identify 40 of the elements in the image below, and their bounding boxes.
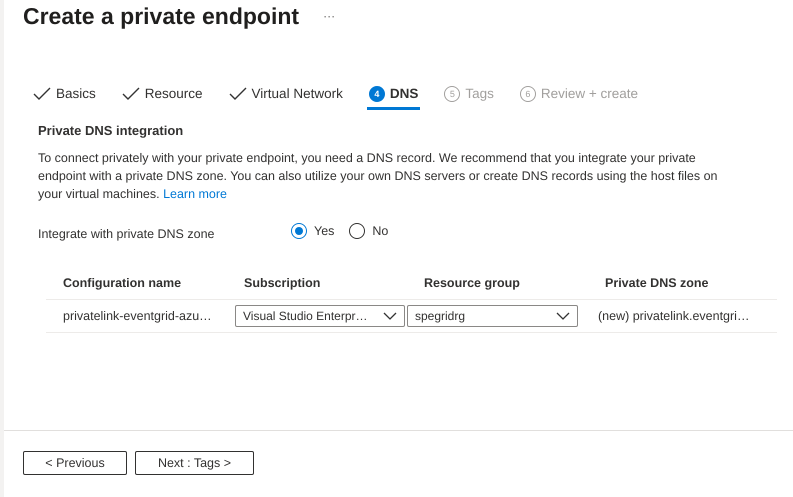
chevron-down-icon [556, 312, 570, 320]
checkmark-icon [228, 86, 247, 100]
column-header: Private DNS zone [604, 276, 710, 290]
field-label: Integrate with private DNS zone [38, 227, 216, 241]
dropdown-value: spegridrg [415, 309, 466, 323]
chevron-down-icon [383, 312, 397, 320]
resource-group-dropdown[interactable]: spegridrg [407, 305, 578, 327]
wizard-tab[interactable]: 4 DNS [366, 80, 420, 110]
description-text: To connect privately with your private endpoint, you need a DNS record. We recommend that you integrate your private endpoint with a private DNS zone. You can also utilize your own DNS servers or create DNS records using the host files on your virtual machines. Learn more [38, 150, 719, 203]
tab-label: Basics [56, 86, 96, 101]
step-number: 6 [520, 86, 536, 102]
radio-button[interactable] [291, 223, 307, 239]
tab-label: Review + create [540, 86, 638, 101]
previous-button[interactable]: < Previous [23, 451, 127, 475]
wizard-tab[interactable]: Resource [120, 80, 205, 110]
section-heading: Private DNS integration [38, 123, 184, 138]
next-button[interactable]: Next : Tags > [135, 451, 254, 475]
wizard-tab[interactable]: Virtual Network [226, 80, 345, 110]
subscription-dropdown[interactable]: Visual Studio Enterpr… [235, 305, 405, 327]
wizard-tab[interactable]: Basics [31, 80, 98, 110]
learn-more-link[interactable]: Learn more [163, 187, 227, 201]
more-button[interactable]: ··· [319, 9, 340, 23]
column-header: Configuration name [62, 276, 182, 290]
tab-label: Resource [144, 86, 203, 101]
step-number: 4 [368, 86, 385, 102]
column-header: Resource group [423, 276, 521, 290]
tab-label: DNS [390, 86, 418, 101]
radio-label: No [372, 224, 388, 238]
radio-button[interactable] [349, 223, 366, 239]
dropdown-value: Visual Studio Enterpr… [243, 309, 368, 323]
table-cell-text: privatelink-eventgrid-azu… [62, 309, 213, 323]
table-cell-text: (new) privatelink.eventgri… [597, 309, 750, 323]
step-number: 5 [444, 86, 460, 102]
column-header: Subscription [243, 276, 322, 290]
checkmark-icon [122, 86, 140, 100]
tab-label: Tags [465, 86, 494, 101]
radio-label: Yes [314, 224, 334, 238]
checkmark-icon [33, 86, 51, 100]
tab-label: Virtual Network [252, 86, 343, 101]
page-title: Create a private endpoint [23, 2, 300, 30]
